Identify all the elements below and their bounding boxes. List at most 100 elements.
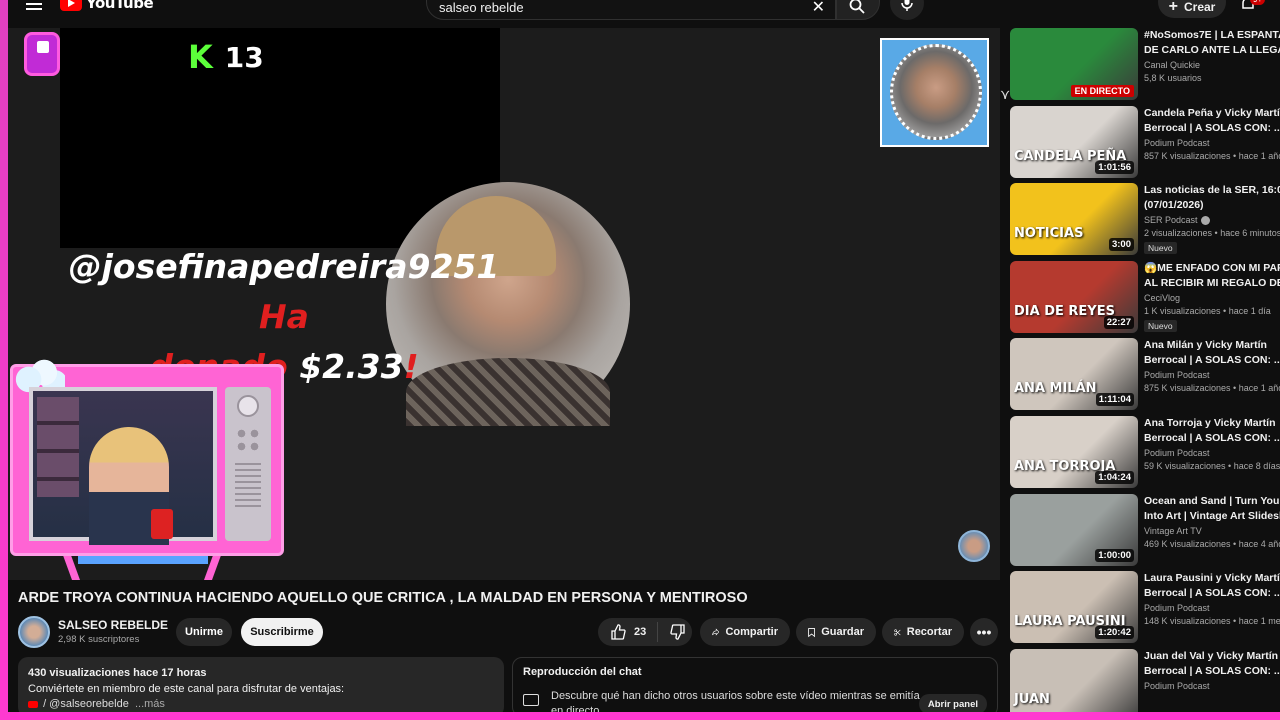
voice-search-button[interactable] [890,0,924,20]
recommendation-item[interactable]: ANA TORROJA 1:04:24 Ana Torroja y Vicky … [1010,415,1280,494]
thumbs-up-icon [611,624,626,640]
recommendation-stats: 148 K visualizaciones • hace 1 mes [1144,616,1280,627]
notifications-badge: 9+ [1250,0,1266,5]
new-badge: Nuevo [1144,319,1177,332]
mic-icon [901,0,913,11]
like-button[interactable]: 23 [598,622,658,642]
chat-icon [523,694,539,706]
recommendation-item[interactable]: NOTICIAS 3:00 Las noticias de la SER, 16… [1010,183,1280,261]
search-input[interactable]: salseo rebelde ✕ [426,0,836,20]
create-label: Crear [1183,0,1216,14]
recommendation-item[interactable]: LAURA PAUSINI 1:20:42 Laura Pausini y Vi… [1010,571,1280,649]
recommendation-title-line2[interactable]: Into Art | Vintage Art Slideshow [1144,509,1280,524]
recommendation-title-line2[interactable]: DE CARLO ANTE LA LLEGADA [1144,43,1280,58]
recommendation-info: #NoSomos7E | LA ESPANTADA DE CARLO ANTE … [1144,28,1280,83]
recommendation-title-line2[interactable]: Berrocal | A SOLAS CON: ... [1144,664,1280,679]
clip-button[interactable]: Recortar [882,618,964,646]
recommendation-channel[interactable]: Podium Podcast [1144,603,1280,613]
recommendation-title-line1[interactable]: Ana Torroja y Vicky Martín [1144,416,1280,431]
channel-watermark-avatar[interactable] [958,530,990,562]
video-thumbnail[interactable]: ANA TORROJA 1:04:24 [1010,415,1138,488]
recommendation-item[interactable]: 1:00:00 Ocean and Sand | Turn Your TV In… [1010,493,1280,572]
share-button[interactable]: Compartir [700,618,790,646]
scissors-icon [894,628,901,636]
recommendation-title-line2[interactable]: Berrocal | A SOLAS CON: ... [1144,121,1280,136]
recommendation-info: 😱ME ENFADO CON MI PAREJA AL RECIBIR MI R… [1144,261,1280,334]
recommendation-channel[interactable]: SER Podcast [1144,215,1280,226]
recommendation-title-line1[interactable]: Candela Peña y Vicky Martín [1144,106,1280,121]
search-button[interactable] [836,0,880,20]
join-button[interactable]: Unirme [176,618,232,646]
video-thumbnail[interactable]: NOTICIAS 3:00 [1010,183,1138,256]
recommendation-channel[interactable]: Vintage Art TV [1144,526,1280,536]
streamer-webcam [29,387,217,545]
recommendation-channel[interactable]: Podium Podcast [1144,448,1280,458]
channel-name[interactable]: SALSEO REBELDE [58,618,168,632]
recommendation-item[interactable]: DIA DE REYES 22:27 😱ME ENFADO CON MI PAR… [1010,260,1280,339]
video-thumbnail[interactable]: CANDELA PEÑA 1:01:56 [1010,105,1138,178]
video-thumbnail[interactable]: 1:00:00 [1010,493,1138,566]
recommendation-title-line2[interactable]: AL RECIBIR MI REGALO DE ... [1144,276,1280,291]
recommendation-item[interactable]: EN DIRECTO #NoSomos7E | LA ESPANTADA DE … [1010,28,1280,106]
open-chat-button[interactable]: Abrir panel [918,694,987,714]
recommendation-item[interactable]: CANDELA PEÑA 1:01:56 Candela Peña y Vick… [1010,105,1280,184]
video-duration: 3:00 [1108,238,1134,252]
video-player[interactable]: K 13 @josefinapedreira9251 Ha donado $2.… [8,28,1000,580]
channel-avatar[interactable] [18,616,50,648]
recommendation-title-line2[interactable]: Berrocal | A SOLAS CON: ... [1144,586,1280,601]
recommendation-title-line1[interactable]: 😱ME ENFADO CON MI PAREJA [1144,261,1280,276]
video-thumbnail[interactable]: DIA DE REYES 22:27 [1010,260,1138,333]
subscriber-count: 2,98 K suscriptores [58,634,140,645]
recommendation-title-line1[interactable]: Ana Milán y Vicky Martín [1144,338,1280,353]
youtube-play-icon [60,0,82,11]
video-thumbnail[interactable]: ANA MILÁN 1:11:04 [1010,338,1138,411]
recommendation-title-line2[interactable]: Berrocal | A SOLAS CON: ... [1144,431,1280,446]
video-duration: 1:01:56 [1095,160,1134,174]
subscribe-button[interactable]: Suscribirme [241,618,323,646]
streamer-tv-frame [10,359,284,556]
dislike-button[interactable] [664,624,686,640]
show-more-link[interactable]: ...más [135,698,165,710]
recommendations-list: EN DIRECTO #NoSomos7E | LA ESPANTADA DE … [1010,28,1280,720]
video-thumbnail[interactable]: LAURA PAUSINI 1:20:42 [1010,571,1138,644]
verified-icon [1200,216,1210,226]
recommendation-title-line1[interactable]: #NoSomos7E | LA ESPANTADA [1144,28,1280,43]
youtube-logo[interactable]: YouTube [60,0,154,12]
recommendation-channel[interactable]: Podium Podcast [1144,681,1280,691]
thumbnail-text: DIA DE REYES [1014,303,1115,319]
clear-search-icon[interactable]: ✕ [812,0,825,17]
donation-ha: Ha [259,297,309,336]
guest-camera-top-right [880,38,989,147]
recommendation-item[interactable]: JUAN Juan del Val y Vicky Martín Berroca… [1010,648,1280,720]
more-actions-button[interactable]: ••• [970,618,998,646]
save-button[interactable]: Guardar [796,618,876,646]
menu-icon[interactable] [26,0,42,12]
recommendation-channel[interactable]: CeciVlog [1144,293,1280,303]
search-value: salseo rebelde [439,0,524,15]
channel-handle-link[interactable]: / @salseorebelde [43,698,129,710]
video-thumbnail[interactable]: JUAN [1010,648,1138,720]
recommendation-info: Candela Peña y Vicky Martín Berrocal | A… [1144,106,1280,161]
recommendation-channel[interactable]: Podium Podcast [1144,370,1280,380]
recommendation-title-line1[interactable]: Laura Pausini y Vicky Martín [1144,571,1280,586]
bookmark-icon [808,627,816,637]
recommendation-stats: 857 K visualizaciones • hace 1 año [1144,150,1280,161]
channel-text: Podium Podcast [1144,370,1210,381]
donation-exclamation: ! [403,347,419,386]
recommendation-channel[interactable]: Canal Quickie [1144,60,1280,70]
recommendation-title-line1[interactable]: Las noticias de la SER, 16:00 [1144,183,1280,198]
recommendation-item[interactable]: ANA MILÁN 1:11:04 Ana Milán y Vicky Mart… [1010,338,1280,416]
recommendation-title-line1[interactable]: Juan del Val y Vicky Martín [1144,649,1280,664]
create-button[interactable]: + Crear [1158,0,1226,18]
description-box[interactable]: 430 visualizaciones hace 17 horas Convié… [18,657,504,717]
video-duration: 1:00:00 [1095,548,1134,562]
recommendation-channel[interactable]: Podium Podcast [1144,138,1280,148]
tv-buttons [235,427,261,453]
recommendation-stats: 1 K visualizaciones • hace 1 día [1144,305,1271,316]
description-link-row: / @salseorebelde ...más [28,698,494,710]
video-thumbnail[interactable]: EN DIRECTO [1010,28,1138,100]
recommendation-title-line2[interactable]: (07/01/2026) [1144,198,1280,213]
recommendation-info: Laura Pausini y Vicky Martín Berrocal | … [1144,571,1280,626]
recommendation-title-line2[interactable]: Berrocal | A SOLAS CON: ... [1144,353,1280,368]
recommendation-title-line1[interactable]: Ocean and Sand | Turn Your TV [1144,494,1280,509]
